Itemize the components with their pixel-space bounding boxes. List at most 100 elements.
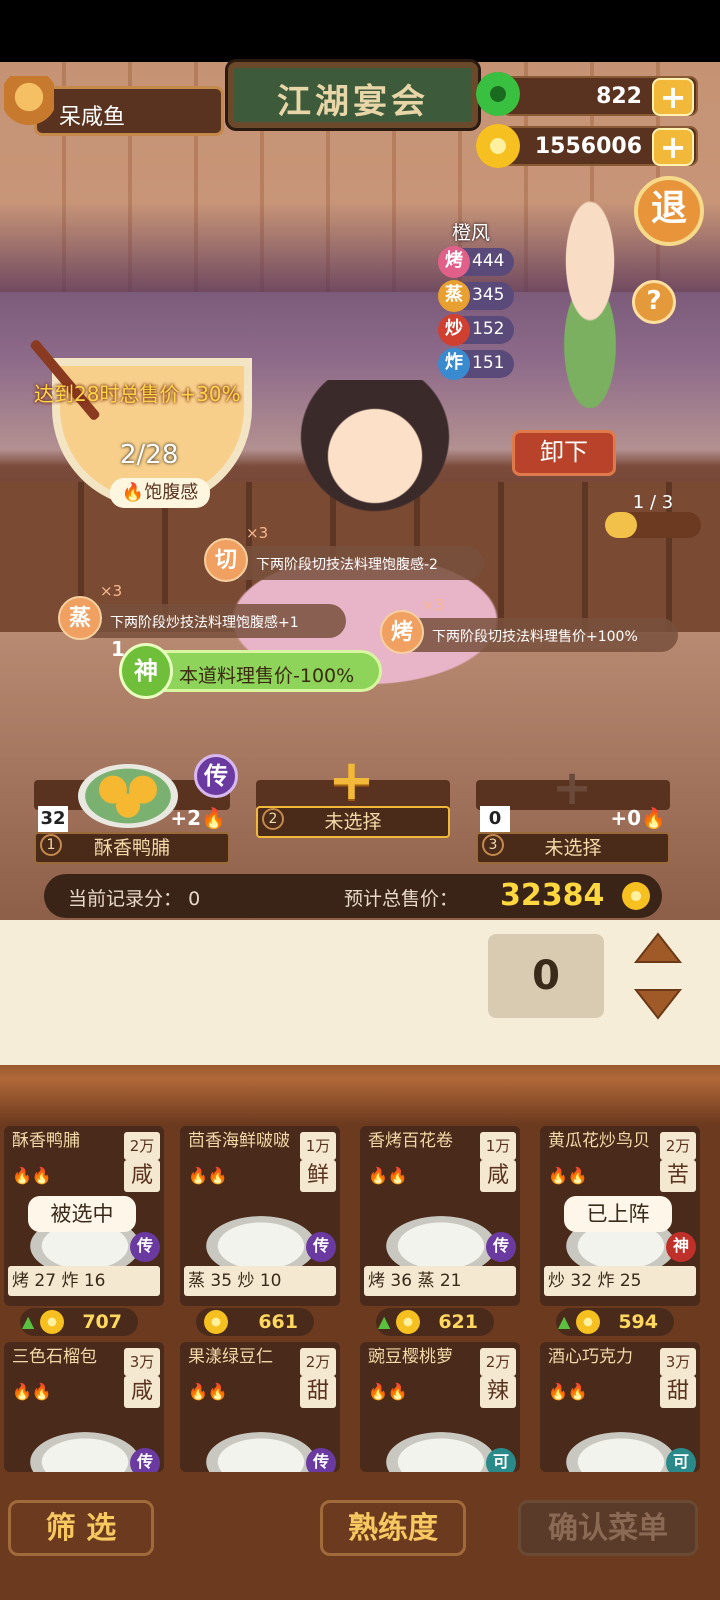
- add-coin-button[interactable]: +: [652, 128, 694, 166]
- hero-stat: 炒 152: [438, 314, 514, 346]
- score-bar: 当前记录分： 0 预计总售价： 32384: [44, 874, 662, 918]
- tier-badge-icon: 传: [130, 1232, 160, 1262]
- dish-cost: 1万: [480, 1132, 516, 1160]
- slot-index: 2: [262, 808, 284, 830]
- add-jade-button[interactable]: +: [652, 78, 694, 116]
- dish-title: 香烤百花卷: [368, 1131, 453, 1151]
- dish-card[interactable]: 茴香海鲜啵啵 1万鲜 🔥🔥 传蒸 35 炒 10: [180, 1126, 340, 1306]
- dish-card[interactable]: 三色石榴包 3万咸 🔥🔥 传: [4, 1342, 164, 1472]
- fire-icon: 🔥🔥: [548, 1166, 588, 1185]
- event-title: 江湖宴会: [277, 82, 429, 122]
- hero-stat: 蒸 345: [438, 280, 514, 312]
- slot-count: 0: [480, 806, 510, 832]
- fire-icon: 🔥🔥: [368, 1166, 408, 1185]
- hero-name: 橙风: [452, 222, 491, 244]
- fire-icon: 🔥🔥: [12, 1382, 52, 1401]
- dish-card[interactable]: 豌豆樱桃萝 2万辣 🔥🔥 可: [360, 1342, 520, 1472]
- confirm-menu-button[interactable]: 确认菜单: [518, 1500, 698, 1556]
- buff-roast[interactable]: 烤 ×3 下两阶段切技法料理售价+100%: [380, 596, 678, 654]
- buff-text: 下两阶段切技法料理饱腹感-2: [256, 557, 438, 573]
- player-name: 呆咸鱼: [59, 105, 126, 130]
- hero-portrait[interactable]: [530, 198, 650, 408]
- slot-count: 32: [38, 806, 68, 832]
- dish-cost: 1万: [300, 1132, 336, 1160]
- dish-title: 酥香鸭脯: [12, 1131, 80, 1151]
- player-avatar-icon[interactable]: [4, 76, 54, 136]
- course-slot-3[interactable]: + 0 +0🔥 未选择 3: [476, 754, 670, 864]
- tier-badge-icon: 传: [306, 1448, 336, 1472]
- proficiency-button[interactable]: 熟练度: [320, 1500, 466, 1556]
- dish-image: [206, 1432, 316, 1472]
- dish-stats: 烤 36 蒸 21: [364, 1266, 516, 1296]
- stage-progress-text: 1 / 3: [632, 492, 674, 513]
- coin-icon: [204, 1310, 228, 1334]
- dish-flavor: 鲜: [300, 1160, 336, 1192]
- total-price-label: 预计总售价：: [344, 888, 459, 910]
- slot-fire: +2🔥: [170, 806, 226, 830]
- hero-stat: 烤 444: [438, 246, 514, 278]
- dish-image: [386, 1432, 496, 1472]
- dish-status: 被选中: [28, 1196, 136, 1232]
- filter-button[interactable]: 筛 选: [8, 1500, 154, 1556]
- decrease-arrow-icon[interactable]: [632, 986, 684, 1022]
- buff-text: 下两阶段切技法料理售价+100%: [432, 629, 638, 645]
- stat-value: 151: [472, 353, 505, 373]
- divine-buff[interactable]: 神 1 本道料理售价-100%: [111, 637, 382, 699]
- dish-card[interactable]: 果漾绿豆仁 2万甜 🔥🔥 传: [180, 1342, 340, 1472]
- coin-icon: [396, 1310, 420, 1334]
- dish-flavor: 甜: [300, 1376, 336, 1408]
- add-dish-button[interactable]: +: [328, 748, 375, 813]
- dish-sale-price: 707 ▲: [20, 1308, 138, 1336]
- add-dish-icon: +: [552, 760, 593, 816]
- coin-icon: [576, 1310, 600, 1334]
- tier-badge-icon: 可: [486, 1448, 516, 1472]
- dish-title: 豌豆樱桃萝: [368, 1347, 453, 1367]
- stat-value: 444: [472, 251, 505, 271]
- course-slot-2[interactable]: + 0 +0🔥 未选择 2: [256, 748, 450, 864]
- dish-cost: 3万: [660, 1348, 696, 1376]
- tier-badge-icon: 可: [666, 1448, 696, 1472]
- hero-stat: 炸 151: [438, 348, 514, 380]
- dish-title: 黄瓜花炒鸟贝: [548, 1131, 650, 1151]
- dish-sale-price: 594 ▲: [556, 1308, 674, 1336]
- buff-steam[interactable]: 蒸 ×3 下两阶段炒技法料理饱腹感+1: [58, 582, 346, 640]
- steam-icon: 蒸: [58, 596, 102, 640]
- tier-badge-icon: 传: [486, 1232, 516, 1262]
- cooking-method-icon: 烤: [438, 246, 470, 278]
- dish-card[interactable]: 黄瓜花炒鸟贝 2万苦 🔥🔥 神炒 32 炸 25 已上阵: [540, 1126, 700, 1306]
- coin-icon: [476, 124, 520, 168]
- price-up-icon: ▲: [378, 1312, 391, 1331]
- tier-badge-icon: 传: [306, 1232, 336, 1262]
- cooking-method-icon: 炒: [438, 314, 470, 346]
- divine-icon: 神: [119, 643, 173, 699]
- fire-icon: 🔥🔥: [548, 1382, 588, 1401]
- dish-card[interactable]: 酥香鸭脯 2万咸 🔥🔥 传烤 27 炸 16 被选中: [4, 1126, 164, 1306]
- status-bar: [0, 0, 720, 62]
- dish-sale-price: 661: [196, 1308, 314, 1336]
- player-name-bar[interactable]: 呆咸鱼: [34, 86, 224, 136]
- price-up-icon: ▲: [558, 1312, 571, 1331]
- legend-tier-icon: 传: [194, 754, 238, 798]
- dish-status: 已上阵: [564, 1196, 672, 1232]
- tier-badge-icon: 传: [130, 1448, 160, 1472]
- buff-cut[interactable]: 切 ×3 下两阶段切技法料理饱腹感-2: [204, 524, 484, 582]
- fire-icon: 🔥🔥: [368, 1382, 408, 1401]
- dish-stats: 蒸 35 炒 10: [184, 1266, 336, 1296]
- buff-multiplier: ×3: [246, 524, 269, 542]
- fire-icon: 🔥🔥: [188, 1166, 228, 1185]
- stat-value: 152: [472, 319, 505, 339]
- increase-arrow-icon[interactable]: [632, 930, 684, 966]
- buff-multiplier: ×3: [100, 582, 123, 600]
- jade-icon: [476, 72, 520, 116]
- cooking-method-icon: 炸: [438, 348, 470, 380]
- slot-label: 未选择: [256, 806, 450, 838]
- fire-icon: 🔥🔥: [188, 1382, 228, 1401]
- unload-button[interactable]: 卸下: [512, 430, 616, 476]
- event-sign: 江湖宴会: [228, 62, 478, 128]
- dish-image: [566, 1432, 676, 1472]
- divine-buff-text: 本道料理售价-100%: [179, 665, 355, 687]
- satiety-label: 🔥饱腹感: [110, 478, 210, 508]
- dish-card[interactable]: 香烤百花卷 1万咸 🔥🔥 传烤 36 蒸 21: [360, 1126, 520, 1306]
- dish-card[interactable]: 酒心巧克力 3万甜 🔥🔥 可: [540, 1342, 700, 1472]
- cut-icon: 切: [204, 538, 248, 582]
